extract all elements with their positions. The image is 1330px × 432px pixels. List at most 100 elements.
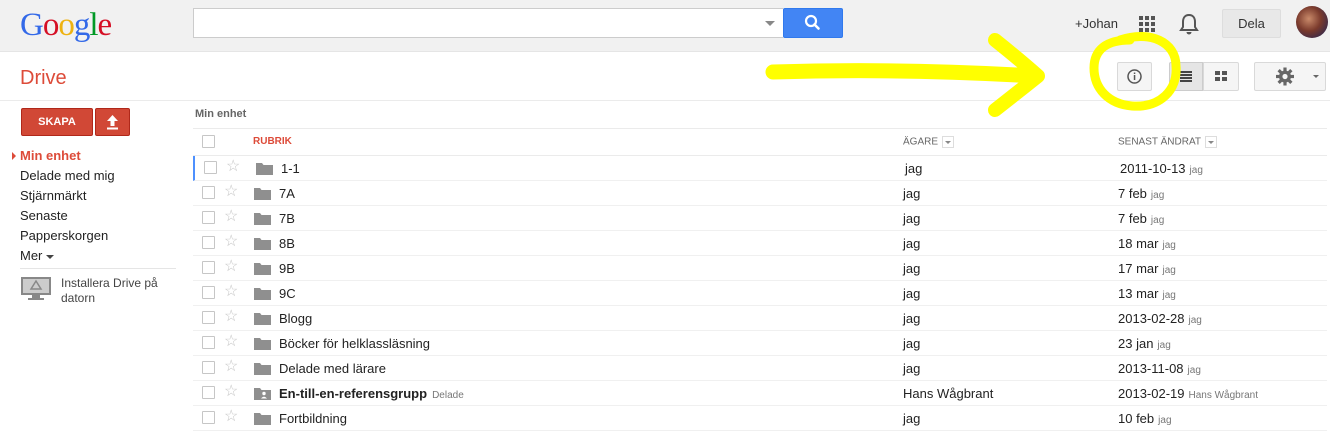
modified-by: jag <box>1187 365 1201 376</box>
row-checkbox[interactable] <box>202 336 215 349</box>
file-name[interactable]: Delade med lärare <box>279 361 386 376</box>
row-checkbox[interactable] <box>202 386 215 399</box>
file-name-label: En-till-en-referensgrupp <box>279 386 428 401</box>
star-icon[interactable]: ☆ <box>224 208 238 226</box>
file-name[interactable]: 7B <box>279 211 295 226</box>
column-header-modified[interactable]: SENAST ÄNDRAT <box>1118 136 1217 148</box>
select-all-checkbox[interactable] <box>202 135 215 148</box>
row-checkbox[interactable] <box>202 311 215 324</box>
modified-by: jag <box>1162 240 1176 251</box>
sidebar-item-starred[interactable]: Stjärnmärkt <box>20 186 180 206</box>
star-icon[interactable]: ☆ <box>224 183 238 201</box>
details-button[interactable] <box>1117 62 1152 91</box>
modified-by: jag <box>1158 415 1172 426</box>
search-button[interactable] <box>783 8 843 38</box>
star-icon[interactable]: ☆ <box>224 283 238 301</box>
row-checkbox[interactable] <box>202 211 215 224</box>
sidebar-item-more[interactable]: Mer <box>20 246 180 266</box>
header-divider <box>0 100 1330 101</box>
create-button[interactable]: SKAPA <box>21 108 93 136</box>
file-name[interactable]: 9B <box>279 261 295 276</box>
search-options-caret-icon[interactable] <box>765 21 775 26</box>
file-owner: jag <box>903 186 921 201</box>
grid-view-icon <box>1215 71 1227 81</box>
column-header-title[interactable]: RUBRIK <box>253 136 292 147</box>
modified-date: 13 mar <box>1118 286 1159 301</box>
file-owner: Hans Wågbrant <box>903 386 994 401</box>
file-list: RUBRIK ÄGARE SENAST ÄNDRAT ☆ 1-1 jag 2011-1… <box>193 128 1327 431</box>
file-owner: jag <box>903 411 921 426</box>
file-name[interactable]: 8B <box>279 236 295 251</box>
search-input[interactable] <box>193 8 783 38</box>
modified-date: 7 feb <box>1118 186 1147 201</box>
bell-icon[interactable] <box>1178 12 1200 36</box>
modified-by: jag <box>1188 315 1202 326</box>
row-checkbox[interactable] <box>202 236 215 249</box>
column-header-owner[interactable]: ÄGARE <box>903 136 955 148</box>
table-row[interactable]: ☆ Fortbildning jag 10 feb jag <box>193 406 1327 431</box>
star-icon[interactable]: ☆ <box>224 358 238 376</box>
apps-grid-icon[interactable] <box>1138 15 1156 33</box>
row-checkbox[interactable] <box>202 261 215 274</box>
file-name-label: 7A <box>279 186 295 201</box>
table-row[interactable]: ☆ 7A jag 7 feb jag <box>193 181 1327 206</box>
list-view-button[interactable] <box>1169 62 1203 91</box>
modified-date: 7 feb <box>1118 211 1147 226</box>
table-row[interactable]: ☆ En-till-en-referensgrupp Delade Hans Wågb… <box>193 381 1327 406</box>
star-icon[interactable]: ☆ <box>224 333 238 351</box>
star-icon[interactable]: ☆ <box>226 158 240 176</box>
sidebar-item-shared-with-me[interactable]: Delade med mig <box>20 166 180 186</box>
table-row[interactable]: ☆ 9B jag 17 mar jag <box>193 256 1327 281</box>
file-modified: 10 feb jag <box>1118 411 1172 426</box>
file-name[interactable]: En-till-en-referensgrupp Delade <box>279 386 464 401</box>
file-modified: 13 mar jag <box>1118 286 1176 301</box>
sidebar-item-recent[interactable]: Senaste <box>20 206 180 226</box>
row-checkbox[interactable] <box>202 286 215 299</box>
table-row[interactable]: ☆ Böcker för helklassläsning jag 23 jan jag <box>193 331 1327 356</box>
file-owner: jag <box>903 286 921 301</box>
share-button[interactable]: Dela <box>1222 9 1281 38</box>
table-row[interactable]: ☆ 8B jag 18 mar jag <box>193 231 1327 256</box>
sidebar-item-my-drive[interactable]: Min enhet <box>12 146 180 166</box>
file-modified: 23 jan jag <box>1118 336 1171 351</box>
file-name[interactable]: Blogg <box>279 311 312 326</box>
grid-view-button[interactable] <box>1203 62 1239 91</box>
row-checkbox[interactable] <box>202 361 215 374</box>
upload-button[interactable] <box>95 108 130 136</box>
table-row[interactable]: ☆ 7B jag 7 feb jag <box>193 206 1327 231</box>
file-modified: 2011-10-13 jag <box>1120 161 1203 176</box>
file-modified: 7 feb jag <box>1118 211 1164 226</box>
file-name[interactable]: 7A <box>279 186 295 201</box>
file-name[interactable]: 1-1 <box>281 161 300 176</box>
star-icon[interactable]: ☆ <box>224 408 238 426</box>
table-row[interactable]: ☆ Delade med lärare jag 2013-11-08 jag <box>193 356 1327 381</box>
file-owner: jag <box>903 261 921 276</box>
file-name[interactable]: Fortbildning <box>279 411 347 426</box>
row-checkbox[interactable] <box>204 161 217 174</box>
user-name-link[interactable]: +Johan <box>1075 16 1118 68</box>
sort-menu-icon[interactable] <box>1204 136 1217 148</box>
google-logo[interactable]: Google <box>20 7 112 44</box>
table-row[interactable]: ☆ 1-1 jag 2011-10-13 jag <box>193 156 1327 181</box>
file-owner: jag <box>903 361 921 376</box>
star-icon[interactable]: ☆ <box>224 383 238 401</box>
star-icon[interactable]: ☆ <box>224 233 238 251</box>
install-drive-link[interactable]: Installera Drive på datorn <box>20 276 180 312</box>
modified-date: 17 mar <box>1118 261 1159 276</box>
avatar[interactable] <box>1296 6 1328 38</box>
file-name[interactable]: Böcker för helklassläsning <box>279 336 430 351</box>
file-name[interactable]: 9C <box>279 286 296 301</box>
app-title[interactable]: Drive <box>20 67 67 90</box>
table-row[interactable]: ☆ 9C jag 13 mar jag <box>193 281 1327 306</box>
folder-icon <box>254 313 271 325</box>
sidebar-item-trash[interactable]: Papperskorgen <box>20 226 180 246</box>
row-checkbox[interactable] <box>202 411 215 424</box>
settings-button[interactable] <box>1254 62 1326 91</box>
row-checkbox[interactable] <box>202 186 215 199</box>
table-row[interactable]: ☆ Blogg jag 2013-02-28 jag <box>193 306 1327 331</box>
star-icon[interactable]: ☆ <box>224 308 238 326</box>
sort-menu-icon[interactable] <box>942 136 955 148</box>
column-header-modified-label: SENAST ÄNDRAT <box>1118 136 1201 148</box>
star-icon[interactable]: ☆ <box>224 258 238 276</box>
top-bar: Google +Johan Dela <box>0 0 1330 52</box>
